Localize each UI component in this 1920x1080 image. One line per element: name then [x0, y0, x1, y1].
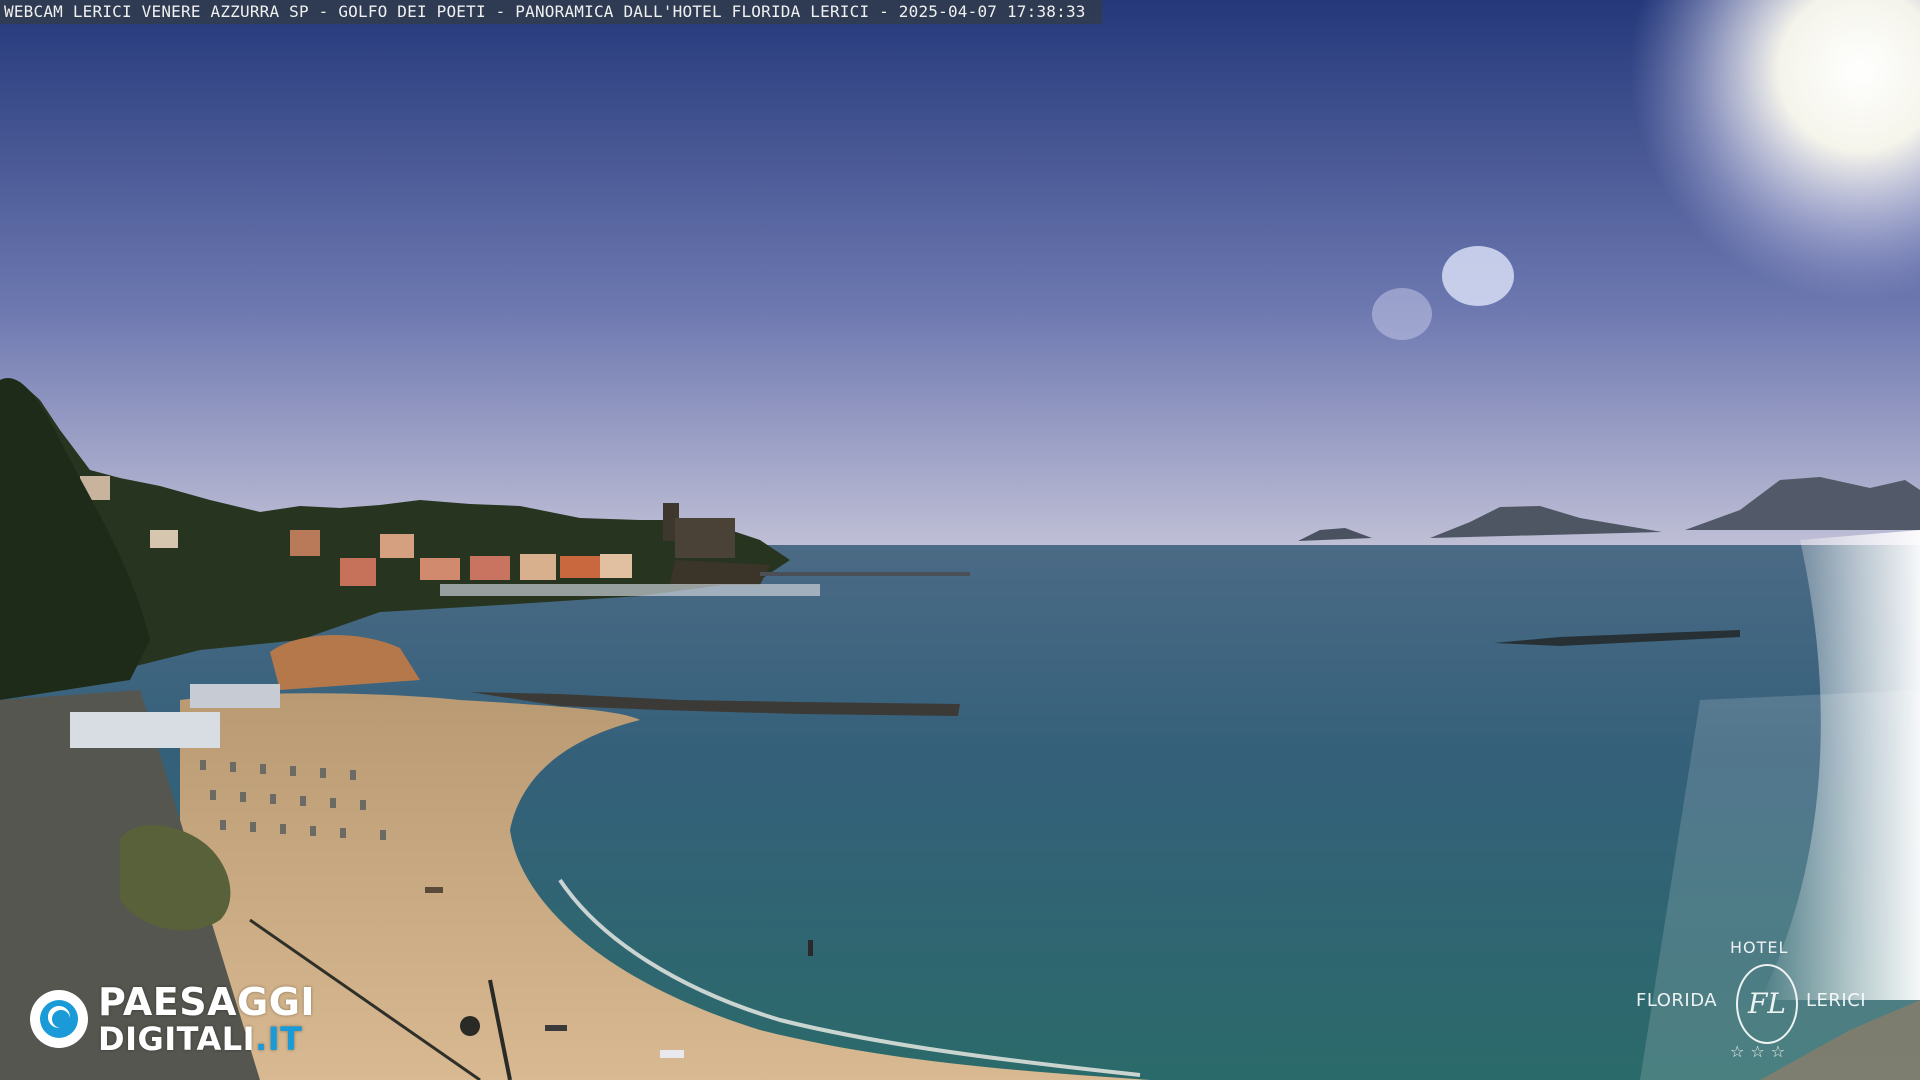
- logo-line-2: DIGITALI.IT: [98, 1023, 315, 1055]
- lerici-label: LERICI: [1806, 990, 1867, 1011]
- florida-label: FLORIDA: [1636, 990, 1718, 1011]
- hotel-florida-logo: HOTEL FLORIDA FL LERICI ☆☆☆: [1630, 930, 1900, 1070]
- logo-line-2-main: DIGITALI: [98, 1020, 256, 1058]
- beach-cabins: [190, 684, 280, 708]
- webcam-scene: [0, 0, 1920, 1080]
- lens-flare: [1372, 288, 1432, 340]
- hotel-monogram-icon: FL: [1736, 964, 1798, 1044]
- person-in-water: [808, 940, 813, 956]
- beach-cabins: [70, 712, 220, 748]
- eye-logo-icon: [30, 990, 88, 1048]
- hotel-stars: ☆☆☆: [1730, 1042, 1792, 1061]
- sunbather: [660, 1050, 684, 1058]
- harbor: [440, 584, 820, 596]
- paesaggi-digitali-logo: PAESAGGI DIGITALI.IT: [30, 980, 316, 1055]
- sunbather: [545, 1025, 567, 1031]
- lens-flare: [1442, 246, 1514, 306]
- harbor-breakwater: [760, 572, 970, 576]
- street-lamp: [460, 1016, 480, 1036]
- webcam-caption: WEBCAM LERICI VENERE AZZURRA SP - GOLFO …: [0, 0, 1102, 24]
- logo-line-1: PAESAGGI: [98, 980, 316, 1024]
- hotel-label: HOTEL: [1730, 938, 1789, 957]
- logo-line-2-domain: .IT: [255, 1020, 303, 1058]
- sunbather: [425, 887, 443, 893]
